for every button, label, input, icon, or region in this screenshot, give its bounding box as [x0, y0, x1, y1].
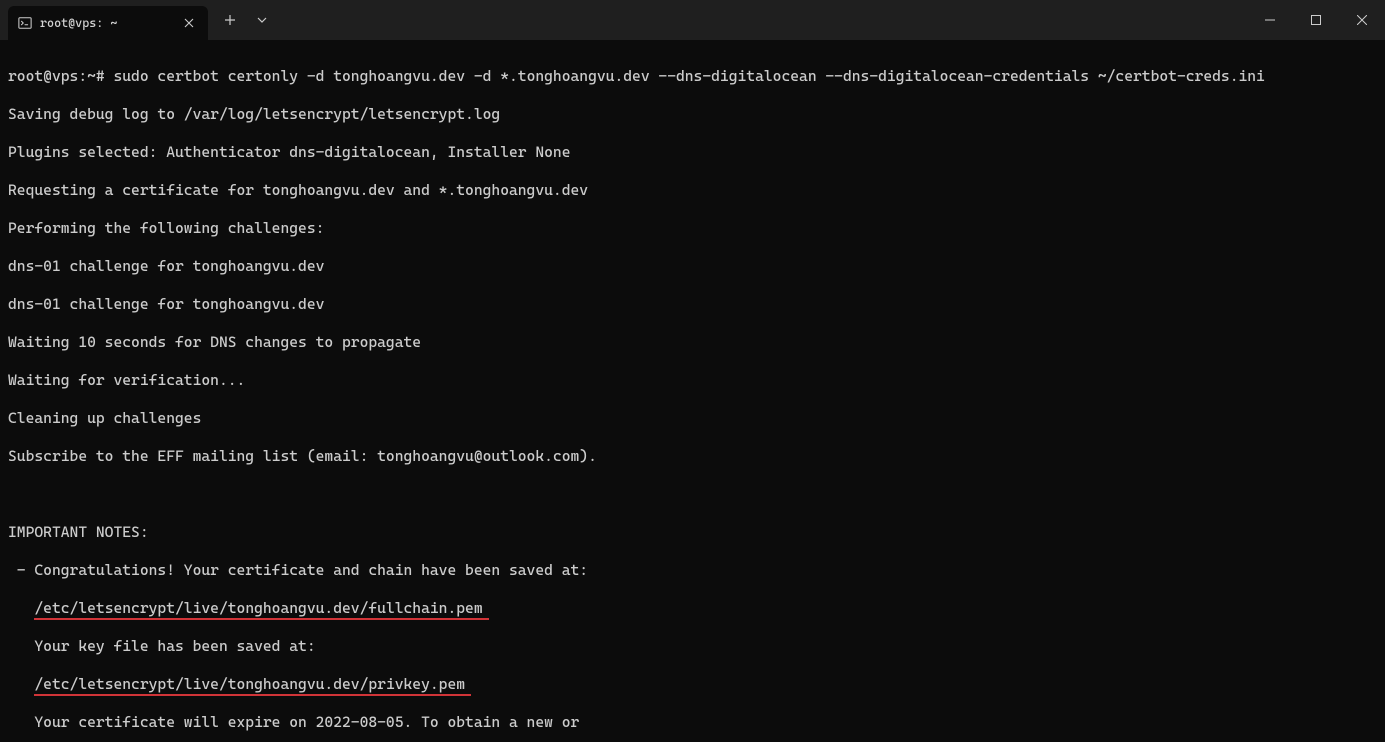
output-line: dns-01 challenge for tonghoangvu.dev [8, 257, 1377, 276]
titlebar-drag-region[interactable] [278, 0, 1247, 40]
output-line: Plugins selected: Authenticator dns-digi… [8, 143, 1377, 162]
tab-active[interactable]: root@vps: ~ [8, 6, 208, 40]
fullchain-path: /etc/letsencrypt/live/tonghoangvu.dev/fu… [34, 599, 482, 618]
output-line: - Congratulations! Your certificate and … [8, 561, 1377, 580]
command-text: sudo certbot certonly -d tonghoangvu.dev… [105, 67, 1265, 85]
shell-prompt: root@vps:~# [8, 67, 105, 85]
terminal-window: root@vps: ~ root@vps:~# sudo certb [0, 0, 1385, 742]
output-heading: IMPORTANT NOTES: [8, 523, 1377, 542]
output-line: dns-01 challenge for tonghoangvu.dev [8, 295, 1377, 314]
tab-strip: root@vps: ~ [0, 0, 208, 40]
tab-title: root@vps: ~ [40, 16, 172, 30]
tab-dropdown-button[interactable] [246, 6, 278, 34]
output-line: Performing the following challenges: [8, 219, 1377, 238]
output-line: Cleaning up challenges [8, 409, 1377, 428]
minimize-button[interactable] [1247, 0, 1293, 40]
titlebar: root@vps: ~ [0, 0, 1385, 40]
output-line: /etc/letsencrypt/live/tonghoangvu.dev/pr… [8, 675, 1377, 694]
output-line: Waiting 10 seconds for DNS changes to pr… [8, 333, 1377, 352]
output-blank [8, 485, 1377, 504]
new-tab-button[interactable] [214, 6, 246, 34]
terminal-icon [18, 16, 32, 30]
output-line: /etc/letsencrypt/live/tonghoangvu.dev/fu… [8, 599, 1377, 618]
privkey-path: /etc/letsencrypt/live/tonghoangvu.dev/pr… [34, 675, 465, 694]
output-line: Requesting a certificate for tonghoangvu… [8, 181, 1377, 200]
close-window-button[interactable] [1339, 0, 1385, 40]
window-controls [1247, 0, 1385, 40]
output-line: Waiting for verification... [8, 371, 1377, 390]
output-line: Subscribe to the EFF mailing list (email… [8, 447, 1377, 466]
terminal-viewport[interactable]: root@vps:~# sudo certbot certonly -d ton… [0, 40, 1385, 742]
output-line: Your key file has been saved at: [8, 637, 1377, 656]
output-line: Saving debug log to /var/log/letsencrypt… [8, 105, 1377, 124]
tab-close-button[interactable] [180, 14, 198, 32]
output-line: Your certificate will expire on 2022-08-… [8, 713, 1377, 732]
maximize-button[interactable] [1293, 0, 1339, 40]
